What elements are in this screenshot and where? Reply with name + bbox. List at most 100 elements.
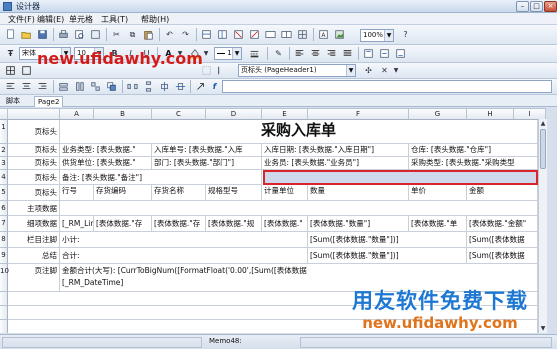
report-cell[interactable]: [表体数据."规 [206, 216, 262, 232]
border-outer-icon[interactable] [20, 64, 33, 77]
help-icon[interactable]: ? [399, 28, 412, 41]
align-center-icon[interactable] [309, 47, 322, 60]
open-icon[interactable] [20, 28, 33, 41]
report-cell[interactable]: [表体数据." [262, 216, 308, 232]
tab-page2[interactable]: Page2 [34, 96, 64, 107]
report-cell[interactable]: [Sum([表体数据."数量"])] [308, 248, 467, 264]
align-left-icon[interactable] [293, 47, 306, 60]
print-preview-icon[interactable] [73, 28, 86, 41]
formula-icon[interactable]: f [208, 80, 221, 93]
row-header[interactable]: 6 [0, 201, 8, 216]
report-cell[interactable]: 小计: [60, 232, 308, 248]
copy-icon[interactable]: ⧉ [126, 28, 139, 41]
column-header-c[interactable]: C [152, 109, 206, 120]
same-width-icon[interactable] [57, 80, 70, 93]
align-right-icon[interactable] [325, 47, 338, 60]
cut-icon[interactable]: ✂ [110, 28, 123, 41]
report-cell[interactable]: 规格型号 [206, 185, 262, 201]
delete-column-icon[interactable] [248, 28, 261, 41]
report-cell[interactable]: 合计: [60, 248, 308, 264]
report-cell[interactable]: 备注: [表头数据."备注"] [60, 170, 262, 185]
text-box-icon[interactable]: A [317, 28, 330, 41]
same-size-icon[interactable] [89, 80, 102, 93]
align-left-small-icon[interactable] [4, 80, 17, 93]
menu-cell[interactable]: 单元格 [69, 14, 93, 25]
center-vertical-icon[interactable] [174, 80, 187, 93]
row-header[interactable]: 2 [0, 144, 8, 157]
redo-icon[interactable]: ↷ [179, 28, 192, 41]
row-header[interactable]: 1 [0, 120, 8, 144]
selected-cell-range[interactable] [263, 170, 538, 185]
report-title-cell[interactable]: 采购入库单 [60, 120, 538, 144]
align-middle-icon[interactable] [378, 47, 391, 60]
column-header-f[interactable]: F [308, 109, 409, 120]
report-cell[interactable]: 计量单位 [262, 185, 308, 201]
report-cell[interactable]: 存货名称 [152, 185, 206, 201]
row-header[interactable] [0, 292, 8, 306]
report-cell[interactable] [60, 201, 538, 216]
new-icon[interactable] [4, 28, 17, 41]
insert-row-icon[interactable] [200, 28, 213, 41]
report-cell[interactable]: 供货单位: [表头数据." [60, 157, 152, 170]
report-cell[interactable]: [Sum([表体数据."数量"])] [308, 232, 467, 248]
report-cell[interactable]: 业务员: [表头数据."业务员"] [262, 157, 409, 170]
menu-edit[interactable]: 编辑(E) [37, 14, 64, 25]
row-header[interactable]: 8 [0, 232, 8, 248]
report-cell[interactable]: [Sum([表体数据 [467, 248, 538, 264]
border-left-icon[interactable] [216, 64, 229, 77]
insert-column-icon[interactable] [216, 28, 229, 41]
report-cell[interactable]: 仓库: [表头数据."仓库"] [409, 144, 538, 157]
menu-tools[interactable]: 工具(T) [101, 14, 128, 25]
column-header-b[interactable]: B [94, 109, 152, 120]
fill-color-dropdown-icon[interactable]: ▼ [202, 47, 210, 60]
anchor-icon[interactable] [194, 80, 207, 93]
align-center-small-icon[interactable] [20, 80, 33, 93]
align-justify-icon[interactable] [341, 47, 354, 60]
maximize-button[interactable]: □ [530, 1, 543, 12]
row-header[interactable]: 3 [0, 157, 8, 170]
report-cell[interactable]: [表体数据."数量"] [308, 216, 409, 232]
bring-front-icon[interactable] [105, 80, 118, 93]
column-header-h[interactable]: H [467, 109, 514, 120]
pencil-icon[interactable]: ✎ [272, 47, 285, 60]
row-header[interactable] [0, 320, 8, 333]
menu-file[interactable]: 文件(F) [8, 14, 35, 25]
column-header-d[interactable]: D [206, 109, 262, 120]
column-header-a[interactable]: A [60, 109, 94, 120]
close-button[interactable]: × [544, 1, 557, 12]
report-cell[interactable]: 金额 [467, 185, 538, 201]
column-header-e[interactable]: E [262, 109, 308, 120]
center-horizontal-icon[interactable] [158, 80, 171, 93]
space-vertical-icon[interactable] [142, 80, 155, 93]
report-cell[interactable]: 存货编码 [94, 185, 152, 201]
save-icon[interactable] [36, 28, 49, 41]
report-cell[interactable]: [表体数据."存 [94, 216, 152, 232]
column-header-band[interactable] [8, 109, 60, 120]
undo-icon[interactable]: ↶ [163, 28, 176, 41]
align-top-icon[interactable] [362, 47, 375, 60]
row-header[interactable] [0, 306, 8, 320]
page-setup-icon[interactable] [89, 28, 102, 41]
split-cells-icon[interactable] [280, 28, 293, 41]
same-height-icon[interactable] [73, 80, 86, 93]
report-cell[interactable]: 入库日期: [表头数据."入库日期"] [262, 144, 409, 157]
formula-input[interactable] [222, 80, 552, 93]
report-cell[interactable]: [Sum([表体数据 [467, 232, 538, 248]
space-horizontal-icon[interactable] [126, 80, 139, 93]
line-style-icon[interactable] [248, 47, 261, 60]
report-cell[interactable]: 数量 [308, 185, 409, 201]
print-icon[interactable] [57, 28, 70, 41]
row-header[interactable]: 4 [0, 170, 8, 185]
grid-icon[interactable] [296, 28, 309, 41]
report-cell[interactable]: 入库单号: [表头数据."入库 [152, 144, 262, 157]
paste-icon[interactable] [142, 28, 155, 41]
scroll-up-icon[interactable]: ▲ [539, 119, 547, 128]
report-cell[interactable]: 采购类型: [表头数据."采购类型 [409, 157, 538, 170]
report-cell[interactable]: [表体数据."单 [409, 216, 467, 232]
align-bottom-icon[interactable] [394, 47, 407, 60]
row-header[interactable]: 7 [0, 216, 8, 232]
row-header[interactable]: 10 [0, 264, 9, 292]
report-cell[interactable]: 行号 [60, 185, 94, 201]
report-cell[interactable]: [_RM_Lin [60, 216, 94, 232]
font-icon[interactable]: Ŧ [4, 47, 17, 60]
